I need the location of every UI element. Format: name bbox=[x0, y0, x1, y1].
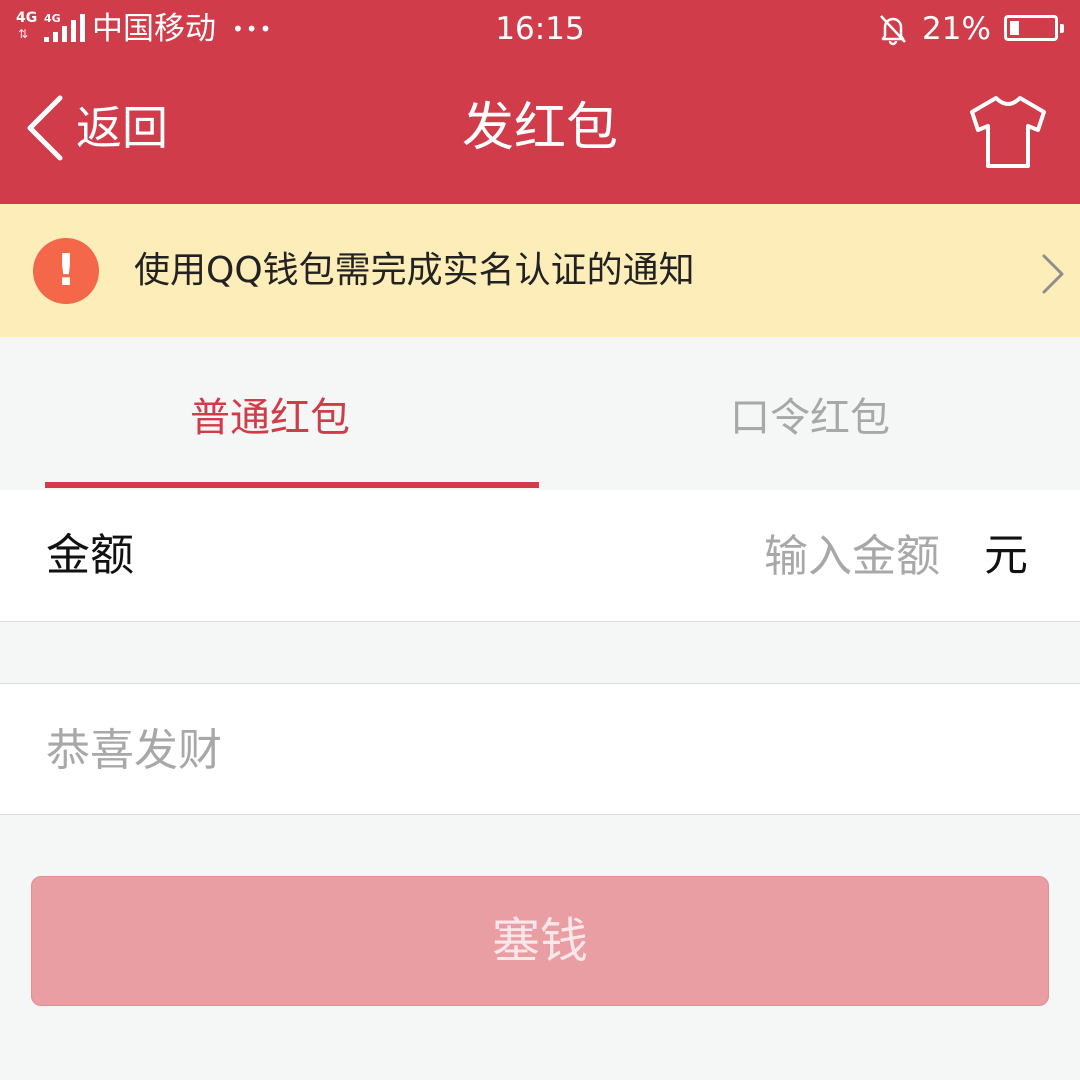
header: 4G ⇅ 4G 中国移动 ••• 16:15 21% 返回 发红包 bbox=[0, 0, 1080, 204]
nav-bar: 返回 发红包 bbox=[0, 58, 1080, 204]
bell-muted-icon bbox=[876, 12, 910, 50]
battery-percent: 21% bbox=[922, 11, 991, 47]
theme-button[interactable] bbox=[966, 94, 1050, 170]
battery-fill bbox=[1010, 21, 1019, 35]
greeting-row bbox=[0, 683, 1080, 815]
amount-label: 金额 bbox=[46, 530, 134, 581]
alert-icon: ! bbox=[33, 238, 99, 304]
notice-text: 使用QQ钱包需完成实名认证的通知 bbox=[134, 250, 695, 291]
tab-password-red-packet[interactable]: 口令红包 bbox=[540, 337, 1080, 490]
amount-unit: 元 bbox=[984, 530, 1028, 581]
notice-banner[interactable]: ! 使用QQ钱包需完成实名认证的通知 bbox=[0, 204, 1080, 337]
tshirt-icon bbox=[970, 96, 1046, 168]
greeting-input[interactable] bbox=[46, 710, 1026, 790]
battery-icon bbox=[1004, 15, 1064, 41]
amount-row: 金额 元 bbox=[0, 490, 1080, 622]
amount-input[interactable] bbox=[640, 516, 940, 596]
status-bar: 4G ⇅ 4G 中国移动 ••• 16:15 21% bbox=[0, 0, 1080, 58]
page-title: 发红包 bbox=[461, 98, 618, 158]
submit-money-button[interactable]: 塞钱 bbox=[31, 876, 1049, 1006]
clock: 16:15 bbox=[495, 11, 585, 47]
chevron-right-icon bbox=[1042, 254, 1064, 294]
active-tab-indicator bbox=[45, 482, 539, 488]
tab-bar: 普通红包 口令红包 bbox=[0, 337, 1080, 491]
tab-normal-red-packet[interactable]: 普通红包 bbox=[0, 337, 540, 490]
